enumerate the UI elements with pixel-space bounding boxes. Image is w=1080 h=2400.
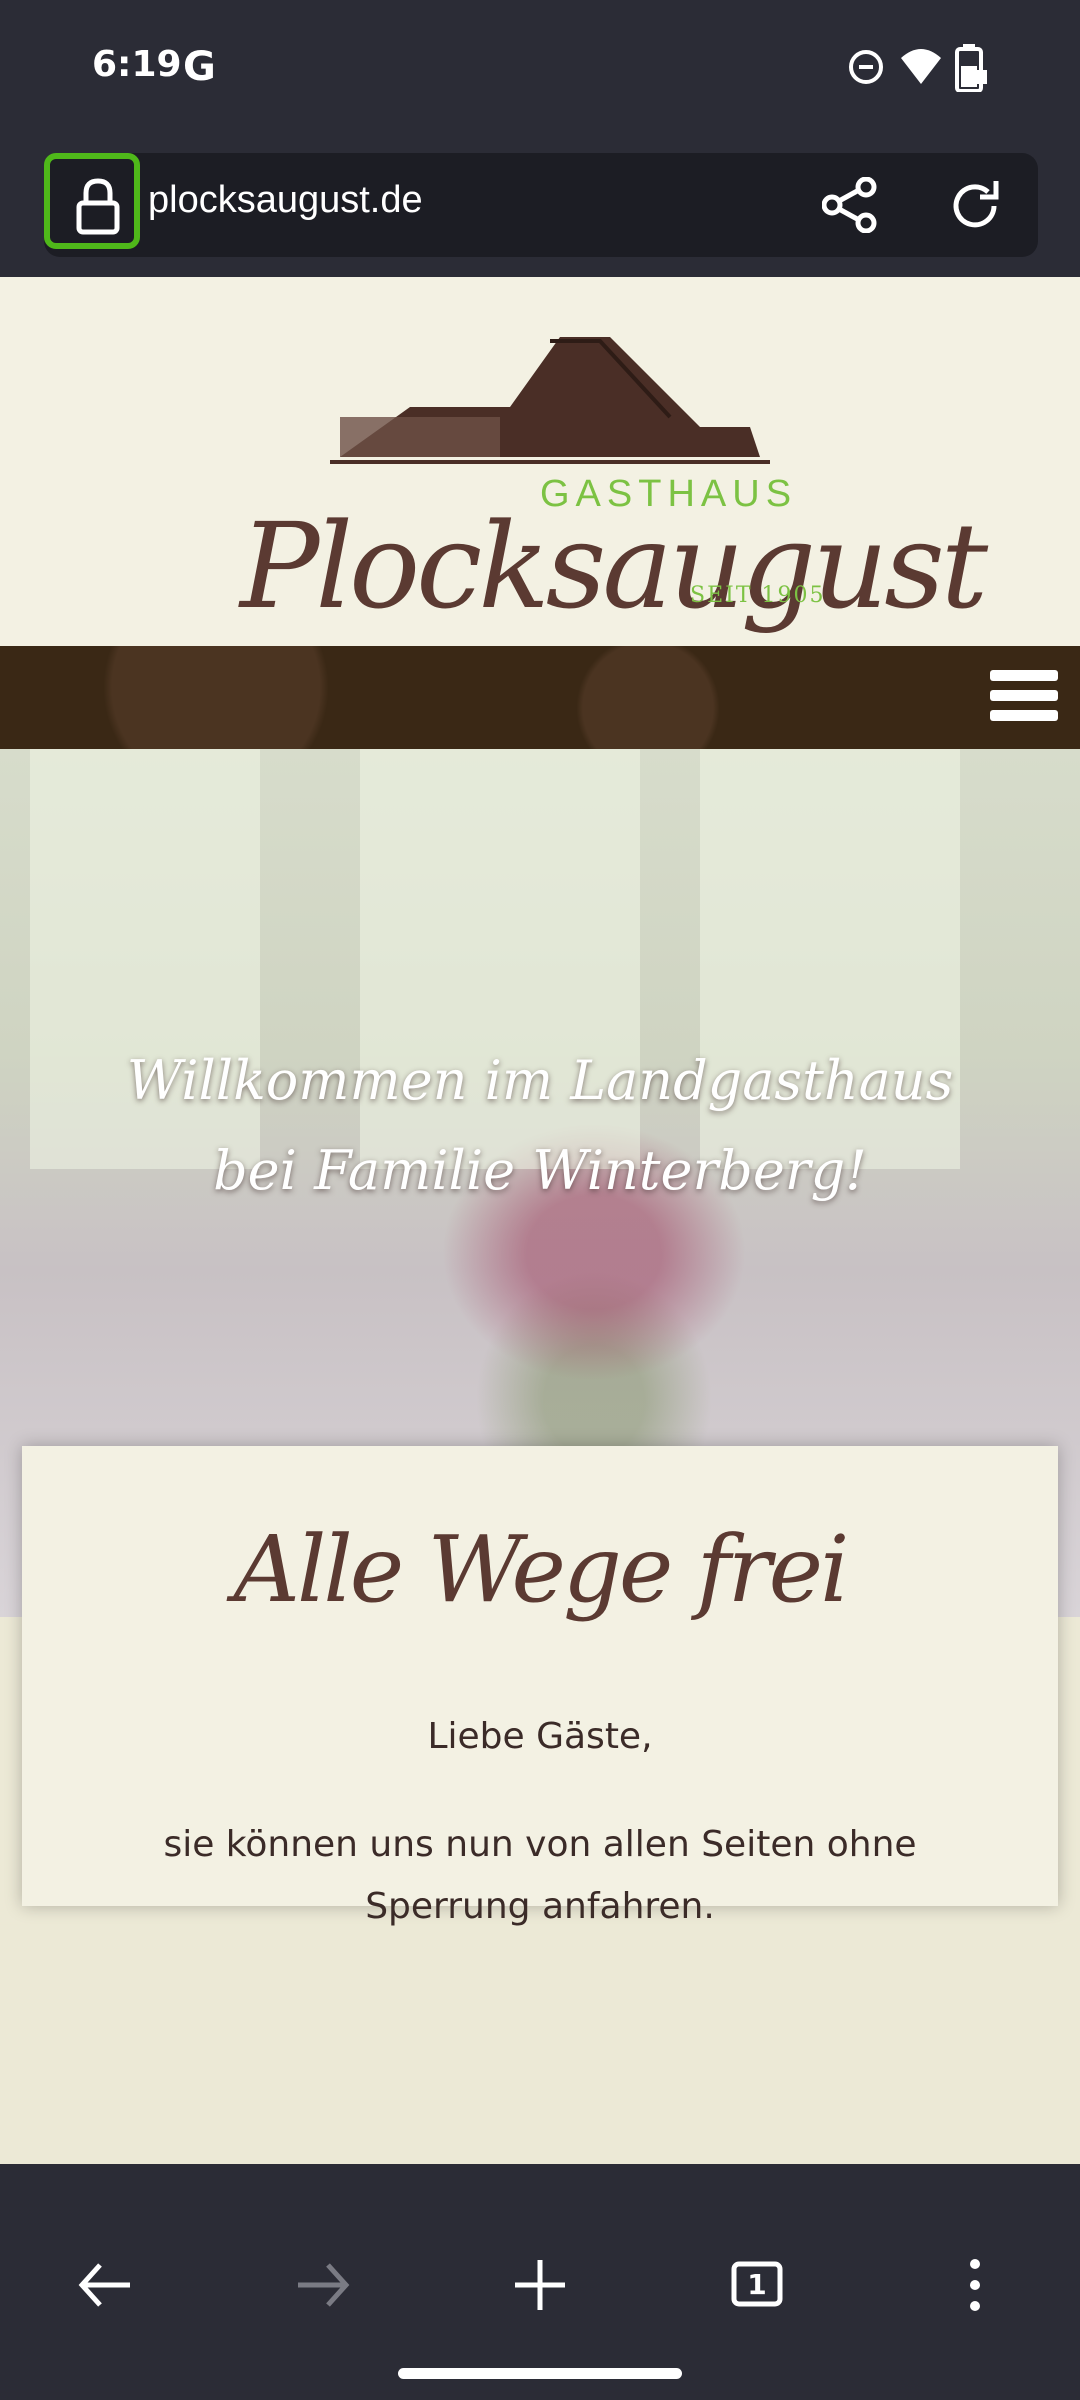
tab-count: 1 [747,2268,767,2301]
news-card: Alle Wege frei Liebe Gäste, sie können u… [22,1446,1058,1927]
url-text[interactable]: plocksaugust.de [148,179,423,222]
tab-switcher-button[interactable]: 1 [722,2250,792,2320]
google-icon: G [183,44,216,90]
hero-title-line1: Willkommen im Landgasthaus [126,1049,954,1112]
status-bar: 6:19 G [0,0,1080,135]
browser-toolbar: plocksaugust.de [0,135,1080,277]
reload-icon[interactable] [946,177,1004,235]
more-menu-icon[interactable] [940,2250,1010,2320]
share-icon[interactable] [822,177,878,233]
new-tab-plus-icon[interactable] [505,2250,575,2320]
site-nav-bar [0,646,1080,749]
battery-icon [955,44,987,92]
hero-title-line2: bei Familie Winterberg! [213,1139,867,1202]
do-not-disturb-icon [849,50,883,84]
card-body: sie können uns nun von allen Seiten ohne… [163,1824,917,1927]
card-greeting: Liebe Gäste, [427,1716,653,1757]
forward-arrow-icon[interactable] [288,2250,358,2320]
logo-name: Plocksaugust [240,497,988,635]
site-logo[interactable]: GASTHAUS Plocksaugust SEIT 1905 [0,277,1080,646]
status-time: 6:19 [92,44,182,85]
browser-bottom-bar: 1 [0,2164,1080,2400]
lock-icon [76,178,120,235]
card-title: Alle Wege frei [233,1516,850,1623]
home-indicator[interactable] [398,2368,682,2379]
logo-since: SEIT 1905 [690,583,826,608]
back-arrow-icon[interactable] [70,2250,140,2320]
hamburger-menu-icon[interactable] [990,670,1058,726]
wifi-icon [901,49,941,84]
site-info-button[interactable] [44,153,140,249]
